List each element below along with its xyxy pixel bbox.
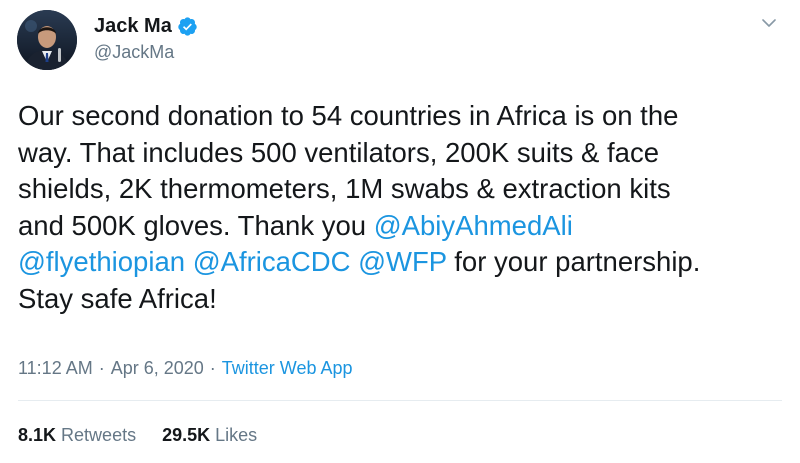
avatar[interactable] xyxy=(17,10,77,70)
tweet-text-line: shields, 2K thermometers, 1M swabs & ext… xyxy=(18,171,788,208)
tweet-text-segment xyxy=(350,246,358,277)
author-display-name[interactable]: Jack Ma xyxy=(94,14,172,38)
author-handle[interactable]: @JackMa xyxy=(94,41,174,63)
meta-separator: · xyxy=(209,358,216,378)
retweets-label: Retweets xyxy=(61,425,137,445)
tweet-text-segment: for your partnership. xyxy=(446,246,701,277)
tweet-meta: 11:12 AM · Apr 6, 2020 · Twitter Web App xyxy=(18,356,353,380)
retweets-count: 8.1K xyxy=(18,425,57,445)
tweet-text-line: @flyethiopian @AfricaCDC @WFP for your p… xyxy=(18,244,788,281)
tweet-stats: 8.1K Retweets 29.5K Likes xyxy=(18,423,257,447)
likes-label: Likes xyxy=(215,425,258,445)
tweet-card: Jack Ma @JackMa Our second donation to 5… xyxy=(0,0,800,463)
verified-badge-icon xyxy=(177,16,198,37)
likes-stat[interactable]: 29.5K Likes xyxy=(162,425,257,445)
mention-link[interactable]: @AbiyAhmedAli xyxy=(374,210,573,241)
tweet-text-line: Stay safe Africa! xyxy=(18,281,788,318)
divider xyxy=(18,400,782,401)
likes-count: 29.5K xyxy=(162,425,211,445)
tweet-time[interactable]: 11:12 AM xyxy=(18,358,93,378)
retweets-stat[interactable]: 8.1K Retweets xyxy=(18,425,136,445)
tweet-text-line: way. That includes 500 ventilators, 200K… xyxy=(18,135,788,172)
avatar-image xyxy=(17,10,77,70)
meta-separator: · xyxy=(98,358,105,378)
mention-link[interactable]: @AfricaCDC xyxy=(193,246,351,277)
tweet-text-segment: shields, 2K thermometers, 1M swabs & ext… xyxy=(18,173,671,204)
tweet-text-segment: and 500K gloves. Thank you xyxy=(18,209,374,241)
tweet-source-link[interactable]: Twitter Web App xyxy=(222,358,353,378)
mention-link[interactable]: @flyethiopian xyxy=(18,246,185,277)
tweet-text-line: Our second donation to 54 countries in A… xyxy=(18,98,788,135)
mention-link[interactable]: @WFP xyxy=(358,246,447,277)
tweet-text-segment xyxy=(185,246,193,277)
tweet-date[interactable]: Apr 6, 2020 xyxy=(111,358,204,378)
chevron-down-icon[interactable] xyxy=(760,14,778,32)
tweet-text-segment: way. That includes 500 ventilators, 200K… xyxy=(18,136,659,168)
tweet-text-line: and 500K gloves. Thank you @AbiyAhmedAli xyxy=(18,208,788,245)
tweet-text-segment: Our second donation to 54 countries in A… xyxy=(18,100,679,131)
tweet-text-segment: Stay safe Africa! xyxy=(18,282,217,314)
author-name-row[interactable]: Jack Ma xyxy=(94,14,198,38)
tweet-text: Our second donation to 54 countries in A… xyxy=(18,98,788,317)
